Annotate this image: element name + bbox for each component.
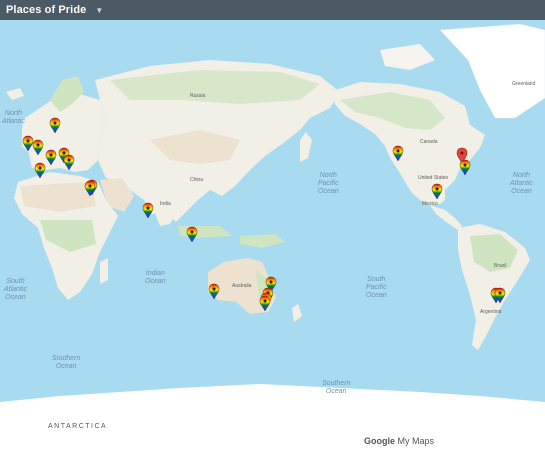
page-title: Places of Pride xyxy=(6,4,87,16)
ocean-label-north-pacific: North Pacific Ocean xyxy=(318,172,339,195)
country-label-canada: Canada xyxy=(420,139,438,145)
google-logo: Google xyxy=(364,436,395,446)
ocean-label-southern-ocean-right: Southern Ocean xyxy=(322,380,351,395)
ocean-label-south-pacific: South Pacific Ocean xyxy=(366,276,387,299)
country-label-argentina: Argentina xyxy=(480,309,502,315)
ocean-label-north-atlantic-left: North Atlantic xyxy=(2,110,25,125)
country-label-india: India xyxy=(160,201,171,207)
chevron-down-icon[interactable]: ▼ xyxy=(95,6,103,15)
ocean-label-indian-ocean: Indian Ocean xyxy=(145,270,166,285)
country-label-australia: Australia xyxy=(232,283,252,289)
ocean-label-southern-ocean-left: Southern Ocean xyxy=(52,355,81,370)
my-maps-label: My Maps xyxy=(397,436,435,446)
country-label-united-states: United States xyxy=(418,175,449,181)
ocean-label-south-atlantic-left: South Atlantic Ocean xyxy=(4,278,27,301)
country-label-mexico: Mexico xyxy=(422,201,438,207)
country-label-china: China xyxy=(190,177,204,183)
country-label-russia: Russia xyxy=(190,93,206,99)
app-header: Places of Pride ▼ xyxy=(0,0,545,20)
country-label-brazil: Brazil xyxy=(494,263,507,269)
world-map[interactable] xyxy=(0,0,545,450)
ocean-label-north-atlantic-right: North Atlantic Ocean xyxy=(510,172,533,195)
country-label-greenland: Greenland xyxy=(512,81,536,87)
map-attribution: Google My Maps xyxy=(364,436,434,446)
antarctica-label: ANTARCTICA xyxy=(48,423,108,430)
